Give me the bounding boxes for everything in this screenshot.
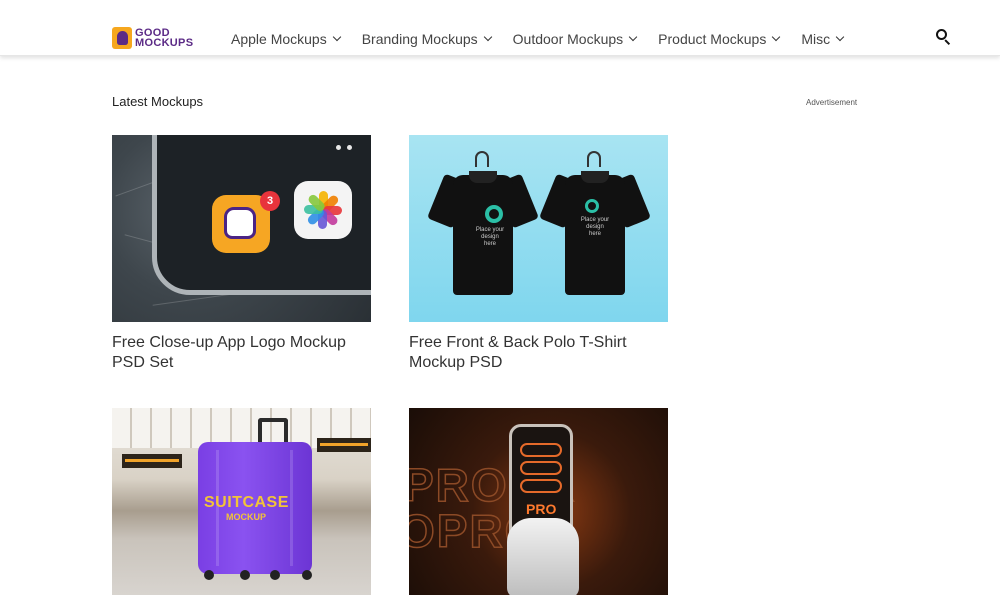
nav-item-label: Branding Mockups	[361, 31, 478, 47]
nav-item-label: Product Mockups	[658, 31, 767, 47]
site-logo[interactable]: GOOD MOCKUPS	[112, 26, 204, 50]
post-card: SUITCASE MOCKUP	[112, 408, 371, 600]
wave-graphic	[520, 443, 562, 457]
post-card: Place your design here Place your design…	[409, 135, 668, 373]
robot-hand	[507, 518, 579, 595]
nav-item-branding-mockups[interactable]: Branding Mockups	[361, 30, 492, 48]
carousel-dots	[336, 137, 358, 155]
logo-placeholder-icon	[485, 205, 503, 223]
logo-hand-icon	[112, 27, 132, 49]
nav-item-misc[interactable]: Misc	[801, 30, 845, 48]
section-title: Latest Mockups	[112, 94, 204, 109]
nav-item-label: Apple Mockups	[231, 31, 327, 47]
nav-item-outdoor-mockups[interactable]: Outdoor Mockups	[512, 30, 638, 48]
wave-graphic	[520, 461, 562, 475]
search-button[interactable]	[935, 28, 953, 46]
post-title[interactable]: Free Front & Back Polo T-Shirt Mockup PS…	[409, 333, 668, 373]
shirt-placeholder-text: Place your design here	[475, 227, 505, 247]
nav-item-product-mockups[interactable]: Product Mockups	[658, 30, 781, 48]
search-icon-handle	[944, 39, 951, 46]
shirt-placeholder-text: Place your design here	[580, 217, 610, 237]
post-title[interactable]: Free Close-up App Logo Mockup PSD Set	[112, 333, 371, 373]
post-thumbnail-polo-shirt[interactable]: Place your design here Place your design…	[409, 135, 668, 322]
wheel	[302, 570, 312, 580]
post-thumbnail-app-logo[interactable]: 3	[112, 135, 371, 322]
wheel	[204, 570, 214, 580]
suitcase-rib	[290, 450, 293, 566]
notification-badge: 3	[260, 191, 280, 211]
wave-graphic	[520, 479, 562, 493]
nav-item-apple-mockups[interactable]: Apple Mockups	[231, 30, 341, 48]
logo-placeholder-icon	[585, 199, 599, 213]
photos-app-icon	[294, 181, 352, 239]
departure-board	[122, 454, 182, 468]
wheel	[240, 570, 250, 580]
main-nav: Apple Mockups Branding Mockups Outdoor M…	[231, 30, 865, 48]
hand-icon	[224, 207, 256, 239]
polo-shirt-back: Place your design here	[539, 151, 651, 295]
advertisement-label: Advertisement	[806, 98, 858, 107]
phone-screen-text: PRO	[526, 501, 557, 517]
chevron-down-icon	[483, 32, 492, 42]
nav-item-label: Misc	[801, 31, 831, 47]
post-thumbnail-robot-phone[interactable]: PROPR OPROP PRO	[409, 408, 668, 595]
suitcase-text: SUITCASE	[204, 494, 289, 511]
hanger-icon	[587, 151, 601, 167]
wheel	[270, 570, 280, 580]
post-card: 3 Free Close-up App Logo Mockup PSD Set	[112, 135, 371, 373]
shirt-collar	[469, 171, 497, 183]
post-card: PROPR OPROP PRO	[409, 408, 668, 600]
departure-board	[317, 438, 371, 452]
hanger-icon	[475, 151, 489, 167]
polo-shirt-front: Place your design here	[427, 151, 539, 295]
chevron-down-icon	[772, 32, 781, 42]
logo-line-2: MOCKUPS	[135, 37, 194, 49]
shirt-collar	[581, 171, 609, 183]
chevron-down-icon	[628, 32, 638, 42]
chevron-down-icon	[835, 32, 845, 42]
suitcase-subtext: MOCKUP	[226, 512, 266, 522]
logo-wordmark: GOOD MOCKUPS	[135, 28, 194, 49]
nav-item-label: Outdoor Mockups	[512, 31, 624, 47]
post-thumbnail-suitcase[interactable]: SUITCASE MOCKUP	[112, 408, 371, 595]
chevron-down-icon	[332, 32, 341, 42]
site-header: GOOD MOCKUPS Apple Mockups Branding Mock…	[0, 0, 1000, 56]
